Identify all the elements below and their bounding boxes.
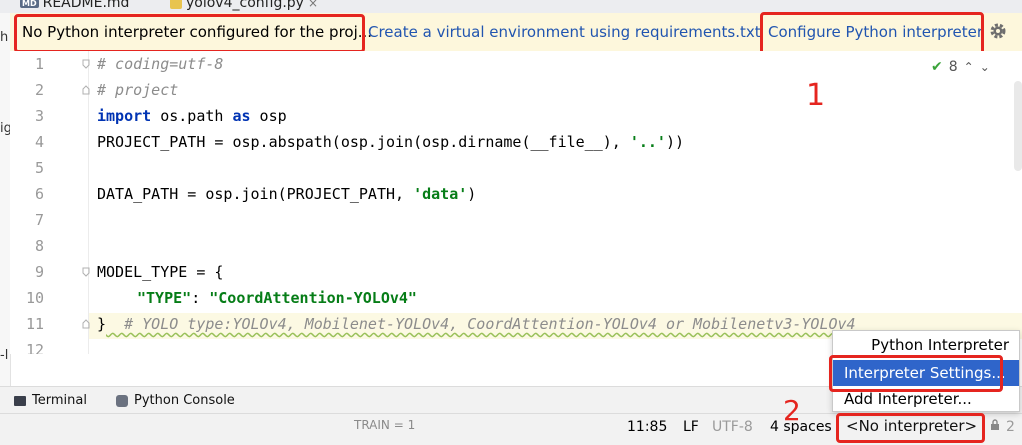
code-text: } xyxy=(97,315,107,333)
line-number: 1 xyxy=(34,55,44,73)
line-number: 2 xyxy=(34,81,44,99)
code-line: # coding=utf-8 xyxy=(97,55,224,73)
python-console-tool-button[interactable]: Python Console xyxy=(116,393,235,408)
string-literal: "TYPE" xyxy=(137,289,192,307)
code-line: } # YOLO type:YOLOv4, Mobilenet-YOLOv4, … xyxy=(97,315,856,333)
python-console-label: Python Console xyxy=(134,393,235,408)
caret-position[interactable]: 11:85 xyxy=(627,419,667,435)
terminal-tool-button[interactable]: Terminal xyxy=(14,393,87,408)
code-line: DATA_PATH = osp.join(PROJECT_PATH, 'data… xyxy=(97,185,476,203)
code-text: DATA_PATH = osp.join(PROJECT_PATH, xyxy=(97,185,414,203)
code-text: : xyxy=(191,289,210,307)
close-tab-icon[interactable]: × xyxy=(308,0,318,10)
line-number: 9 xyxy=(34,263,44,281)
line-number: 5 xyxy=(34,159,44,177)
fold-marker-icon[interactable] xyxy=(82,319,90,329)
fold-marker-icon[interactable] xyxy=(82,59,90,69)
tab-yolov4-config[interactable]: yolov4_config.py × xyxy=(170,0,318,13)
line-number: 4 xyxy=(34,133,44,151)
gear-icon[interactable] xyxy=(988,21,1008,41)
string-literal: 'data' xyxy=(413,185,468,203)
line-number: 11 xyxy=(25,315,44,333)
line-number: 6 xyxy=(34,185,44,203)
terminal-icon xyxy=(14,395,26,406)
python-file-icon xyxy=(170,0,182,9)
code-text: osp xyxy=(250,107,287,125)
code-text: PROJECT_PATH = osp.abspath(osp.join(osp.… xyxy=(97,133,630,151)
line-number: 10 xyxy=(25,289,44,307)
background-code-text: TRAIN = 1 xyxy=(354,418,416,432)
annotation-box-message xyxy=(14,14,365,53)
checkmark-icon: ✔ xyxy=(931,59,943,75)
terminal-label: Terminal xyxy=(32,393,87,408)
line-number: 3 xyxy=(34,107,44,125)
python-console-icon xyxy=(116,394,128,407)
file-encoding[interactable]: UTF-8 xyxy=(712,419,753,435)
comment-text: # YOLO type:YOLOv4, Mobilenet-YOLOv4, Co… xyxy=(106,315,856,333)
inspection-widget[interactable]: ✔ 8 ⌃ ⌄ xyxy=(931,59,990,75)
left-edge-text: -l xyxy=(0,348,9,363)
indent-setting[interactable]: 4 spaces xyxy=(770,419,832,435)
annotation-box-configure xyxy=(760,12,984,56)
create-venv-link[interactable]: Create a virtual environment using requi… xyxy=(368,23,761,41)
code-line: # project xyxy=(97,81,179,99)
code-line: import os.path as osp xyxy=(97,107,287,125)
left-edge-text: h xyxy=(0,30,9,45)
code-editor[interactable]: 1 2 3 4 5 6 7 8 9 10 11 12 # coding=utf-… xyxy=(10,51,1022,354)
annotation-box-interpreter xyxy=(836,413,985,443)
vertical-scrollbar[interactable] xyxy=(1014,81,1022,171)
keyword: as xyxy=(232,107,251,125)
code-line: MODEL_TYPE = { xyxy=(97,263,224,281)
code-line: PROJECT_PATH = osp.abspath(osp.join(osp.… xyxy=(97,133,684,151)
chevron-down-icon[interactable]: ⌄ xyxy=(980,60,990,74)
code-line: "TYPE": "CoordAttention-YOLOv4" xyxy=(137,289,417,307)
line-number: 12 xyxy=(25,341,44,354)
lock-icon[interactable] xyxy=(990,419,1000,430)
annotation-box-settings xyxy=(829,355,1003,392)
code-text: os.path xyxy=(151,107,233,125)
string-literal: "CoordAttention-YOLOv4" xyxy=(209,289,417,307)
chevron-up-icon[interactable]: ⌃ xyxy=(964,60,974,74)
fold-marker-icon[interactable] xyxy=(82,267,90,277)
inspection-count: 8 xyxy=(948,59,958,75)
line-separator[interactable]: LF xyxy=(683,419,699,435)
annotation-number-1: 1 xyxy=(806,78,826,113)
markdown-file-icon: MD xyxy=(20,0,39,8)
line-number: 8 xyxy=(34,237,44,255)
status-trailing-text: 2 xyxy=(1006,419,1015,435)
tab-yolov4-config-label: yolov4_config.py xyxy=(186,0,304,11)
tab-readme[interactable]: MD README.md xyxy=(20,0,129,13)
tab-readme-label: README.md xyxy=(42,0,130,11)
code-text: )) xyxy=(665,133,685,151)
annotation-number-2: 2 xyxy=(783,394,801,427)
string-literal: '..' xyxy=(629,133,666,151)
keyword: import xyxy=(97,107,152,125)
code-text: ) xyxy=(467,185,477,203)
line-number: 7 xyxy=(34,211,44,229)
fold-marker-icon[interactable] xyxy=(82,85,90,95)
